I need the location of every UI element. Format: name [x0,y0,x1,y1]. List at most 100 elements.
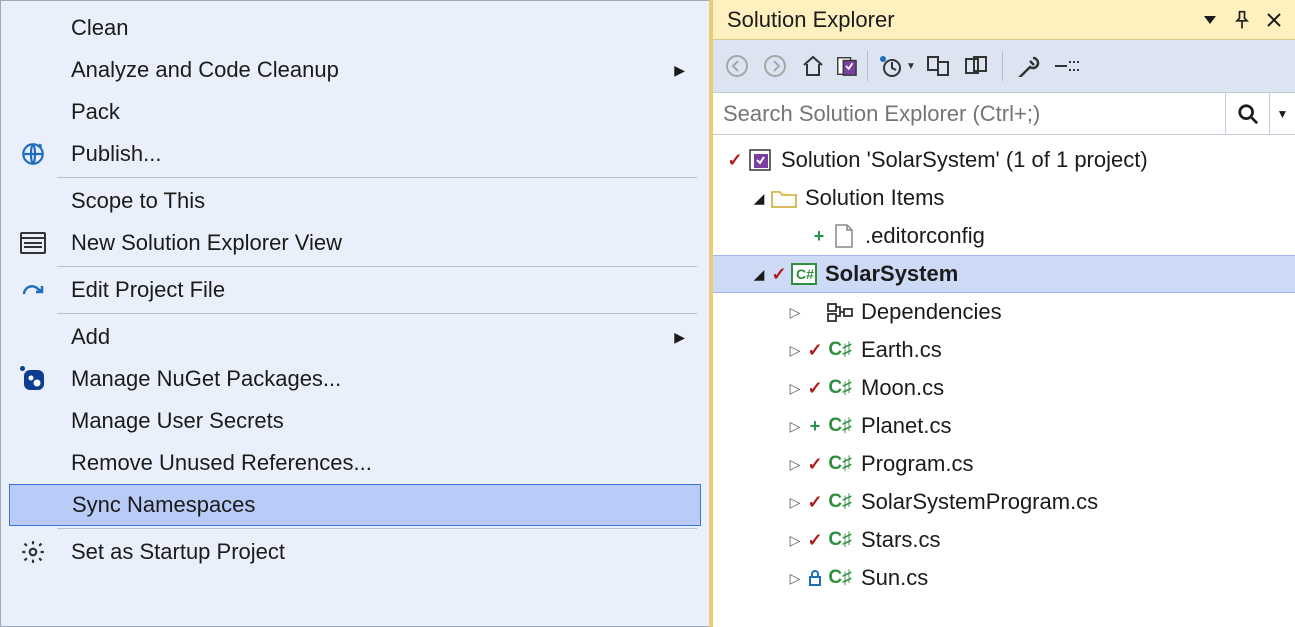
caret-down-icon: ▼ [906,61,916,72]
home-icon[interactable] [797,50,829,82]
menu-item-edit-project[interactable]: Edit Project File [3,269,707,311]
menu-label: Remove Unused References... [53,450,701,476]
submenu-arrow-icon: ▶ [674,329,685,346]
forward-icon[interactable] [759,50,791,82]
menu-label: Set as Startup Project [53,539,701,565]
blank-icon [13,186,53,216]
panel-title-bar: Solution Explorer [713,0,1295,40]
menu-label: Sync Namespaces [54,492,694,518]
tree-label: Solution 'SolarSystem' (1 of 1 project) [775,147,1148,173]
expander-open-icon[interactable]: ◢ [749,190,769,207]
expander-closed-icon[interactable]: ▷ [785,418,805,435]
blank-icon [13,322,53,352]
dependencies-icon [825,302,855,322]
blank-icon [14,490,54,520]
tree-node-dependencies[interactable]: ▷ Dependencies [713,293,1295,331]
menu-item-add[interactable]: Add ▶ [3,316,707,358]
toolbar: ▼ [713,40,1295,93]
csproj-icon: C# [789,263,819,285]
solution-explorer-icon [13,228,53,258]
blank-icon [13,448,53,478]
globe-icon [13,139,53,169]
plus-status-icon: + [809,226,829,247]
toolbar-separator [1002,51,1003,81]
tree-label: Program.cs [855,451,973,477]
expander-closed-icon[interactable]: ▷ [785,532,805,549]
csharp-file-icon: C♯ [825,339,855,361]
blank-icon [13,97,53,127]
menu-item-new-view[interactable]: New Solution Explorer View [3,222,707,264]
back-icon[interactable] [721,50,753,82]
switch-views-icon[interactable] [835,50,857,82]
menu-item-user-secrets[interactable]: Manage User Secrets [3,400,707,442]
nuget-icon [13,364,53,394]
tree-node-file[interactable]: ▷ ✓ C♯ Stars.cs [713,521,1295,559]
search-options-dropdown[interactable]: ▼ [1269,93,1295,134]
tree-node-file[interactable]: ▷ ✓ C♯ Program.cs [713,445,1295,483]
menu-item-scope[interactable]: Scope to This [3,180,707,222]
expander-closed-icon[interactable]: ▷ [785,304,805,321]
tree-label: SolarSystem [819,261,958,287]
solution-explorer-panel: Solution Explorer ▼ [709,0,1295,627]
window-position-icon[interactable] [1197,7,1223,33]
properties-icon[interactable] [1013,50,1045,82]
menu-item-pack[interactable]: Pack [3,91,707,133]
menu-item-sync-namespaces[interactable]: Sync Namespaces [9,484,701,526]
expander-closed-icon[interactable]: ▷ [785,494,805,511]
menu-item-analyze[interactable]: Analyze and Code Cleanup ▶ [3,49,707,91]
tree-label: Planet.cs [855,413,952,439]
tree-node-solution[interactable]: ✓ Solution 'SolarSystem' (1 of 1 project… [713,141,1295,179]
menu-label: Analyze and Code Cleanup [53,57,674,83]
menu-label: Manage User Secrets [53,408,701,434]
menu-label: Publish... [53,141,701,167]
redo-icon [13,275,53,305]
menu-item-publish[interactable]: Publish... [3,133,707,175]
refresh-icon[interactable] [960,50,992,82]
tree-node-file[interactable]: ▷ + C♯ Planet.cs [713,407,1295,445]
tree-node-project[interactable]: ◢ ✓ C# SolarSystem [713,255,1295,293]
csharp-file-icon: C♯ [825,491,855,513]
check-status-icon: ✓ [805,340,825,361]
tree-node-editorconfig[interactable]: + .editorconfig [713,217,1295,255]
tree-node-file[interactable]: ▷ ✓ C♯ SolarSystemProgram.cs [713,483,1295,521]
search-bar: ▼ [713,93,1295,135]
check-status-icon: ✓ [725,150,745,171]
tree-label: Stars.cs [855,527,940,553]
tree-label: Sun.cs [855,565,928,591]
close-icon[interactable] [1261,7,1287,33]
menu-item-clean[interactable]: Clean [3,7,707,49]
pending-changes-filter-icon[interactable]: ▼ [878,50,916,82]
preview-icon[interactable] [1051,50,1083,82]
search-input[interactable] [713,101,1225,127]
toolbar-separator [867,51,868,81]
pin-icon[interactable] [1229,7,1255,33]
gear-icon [13,537,53,567]
menu-item-nuget[interactable]: Manage NuGet Packages... [3,358,707,400]
check-status-icon: ✓ [769,264,789,285]
tree-label: .editorconfig [859,223,985,249]
expander-closed-icon[interactable]: ▷ [785,570,805,587]
menu-item-remove-unused[interactable]: Remove Unused References... [3,442,707,484]
tree-label: SolarSystemProgram.cs [855,489,1098,515]
tree-label: Moon.cs [855,375,944,401]
expander-closed-icon[interactable]: ▷ [785,380,805,397]
search-icon[interactable] [1225,93,1269,134]
menu-label: Clean [53,15,701,41]
check-status-icon: ✓ [805,454,825,475]
separator [57,313,697,314]
menu-item-set-startup[interactable]: Set as Startup Project [3,531,707,573]
tree-label: Earth.cs [855,337,942,363]
sync-active-document-icon[interactable] [922,50,954,82]
tree-node-solution-items[interactable]: ◢ Solution Items [713,179,1295,217]
check-status-icon: ✓ [805,492,825,513]
menu-label: Edit Project File [53,277,701,303]
check-status-icon: ✓ [805,530,825,551]
expander-closed-icon[interactable]: ▷ [785,342,805,359]
tree-node-file[interactable]: ▷ C♯ Sun.cs [713,559,1295,597]
tree-node-file[interactable]: ▷ ✓ C♯ Moon.cs [713,369,1295,407]
expander-open-icon[interactable]: ◢ [749,266,769,283]
svg-text:C#: C# [796,266,814,282]
tree-node-file[interactable]: ▷ ✓ C♯ Earth.cs [713,331,1295,369]
expander-closed-icon[interactable]: ▷ [785,456,805,473]
csharp-file-icon: C♯ [825,377,855,399]
